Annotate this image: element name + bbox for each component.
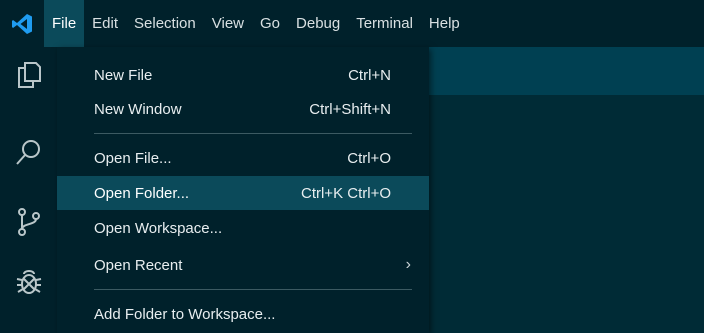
menu-item-label: Open Folder... <box>94 184 190 202</box>
debug-icon[interactable] <box>14 267 44 297</box>
menu-help[interactable]: Help <box>421 0 468 47</box>
menu-file[interactable]: File <box>44 0 85 47</box>
menu-item-label: New Window <box>94 100 182 118</box>
menu-item-open-file[interactable]: Open File... Ctrl+O <box>57 141 429 175</box>
shortcut-label: Ctrl+N <box>348 66 391 84</box>
shortcut-label: Ctrl+O <box>347 149 391 167</box>
file-menu-dropdown: New File Ctrl+N New Window Ctrl+Shift+N … <box>57 47 429 333</box>
menu-bar: File Edit Selection View Go Debug Termin… <box>0 0 704 47</box>
chevron-right-icon: › <box>405 256 411 273</box>
menu-item-new-file[interactable]: New File Ctrl+N <box>57 58 429 92</box>
menu-item-label: New File <box>94 66 153 84</box>
menu-view[interactable]: View <box>204 0 252 47</box>
activity-bar <box>0 47 57 333</box>
menu-item-label: Open Workspace... <box>94 219 223 237</box>
menu-item-new-window[interactable]: New Window Ctrl+Shift+N <box>57 92 429 126</box>
menu-edit[interactable]: Edit <box>84 0 126 47</box>
menu-item-open-recent[interactable]: Open Recent › <box>57 248 429 282</box>
menu-selection[interactable]: Selection <box>126 0 204 47</box>
app-window: File Edit Selection View Go Debug Termin… <box>0 0 704 333</box>
menu-item-add-folder-to-workspace[interactable]: Add Folder to Workspace... <box>57 297 429 331</box>
menu-go[interactable]: Go <box>252 0 288 47</box>
main-menu: File Edit Selection View Go Debug Termin… <box>44 0 468 47</box>
menu-item-label: Add Folder to Workspace... <box>94 305 276 323</box>
shortcut-label: Ctrl+Shift+N <box>309 100 391 118</box>
menu-terminal[interactable]: Terminal <box>348 0 421 47</box>
menu-item-label: Open Recent <box>94 256 183 274</box>
source-control-icon[interactable] <box>14 207 44 237</box>
menu-item-label: Open File... <box>94 149 172 167</box>
menu-item-open-workspace[interactable]: Open Workspace... <box>57 211 429 245</box>
menu-debug[interactable]: Debug <box>288 0 348 47</box>
search-icon[interactable] <box>14 137 44 167</box>
vscode-logo-icon <box>0 0 44 47</box>
menu-item-open-folder[interactable]: Open Folder... Ctrl+K Ctrl+O <box>57 176 429 210</box>
shortcut-label: Ctrl+K Ctrl+O <box>300 184 391 202</box>
menu-separator <box>94 289 412 290</box>
menu-separator <box>94 133 412 134</box>
explorer-icon[interactable] <box>14 60 44 90</box>
